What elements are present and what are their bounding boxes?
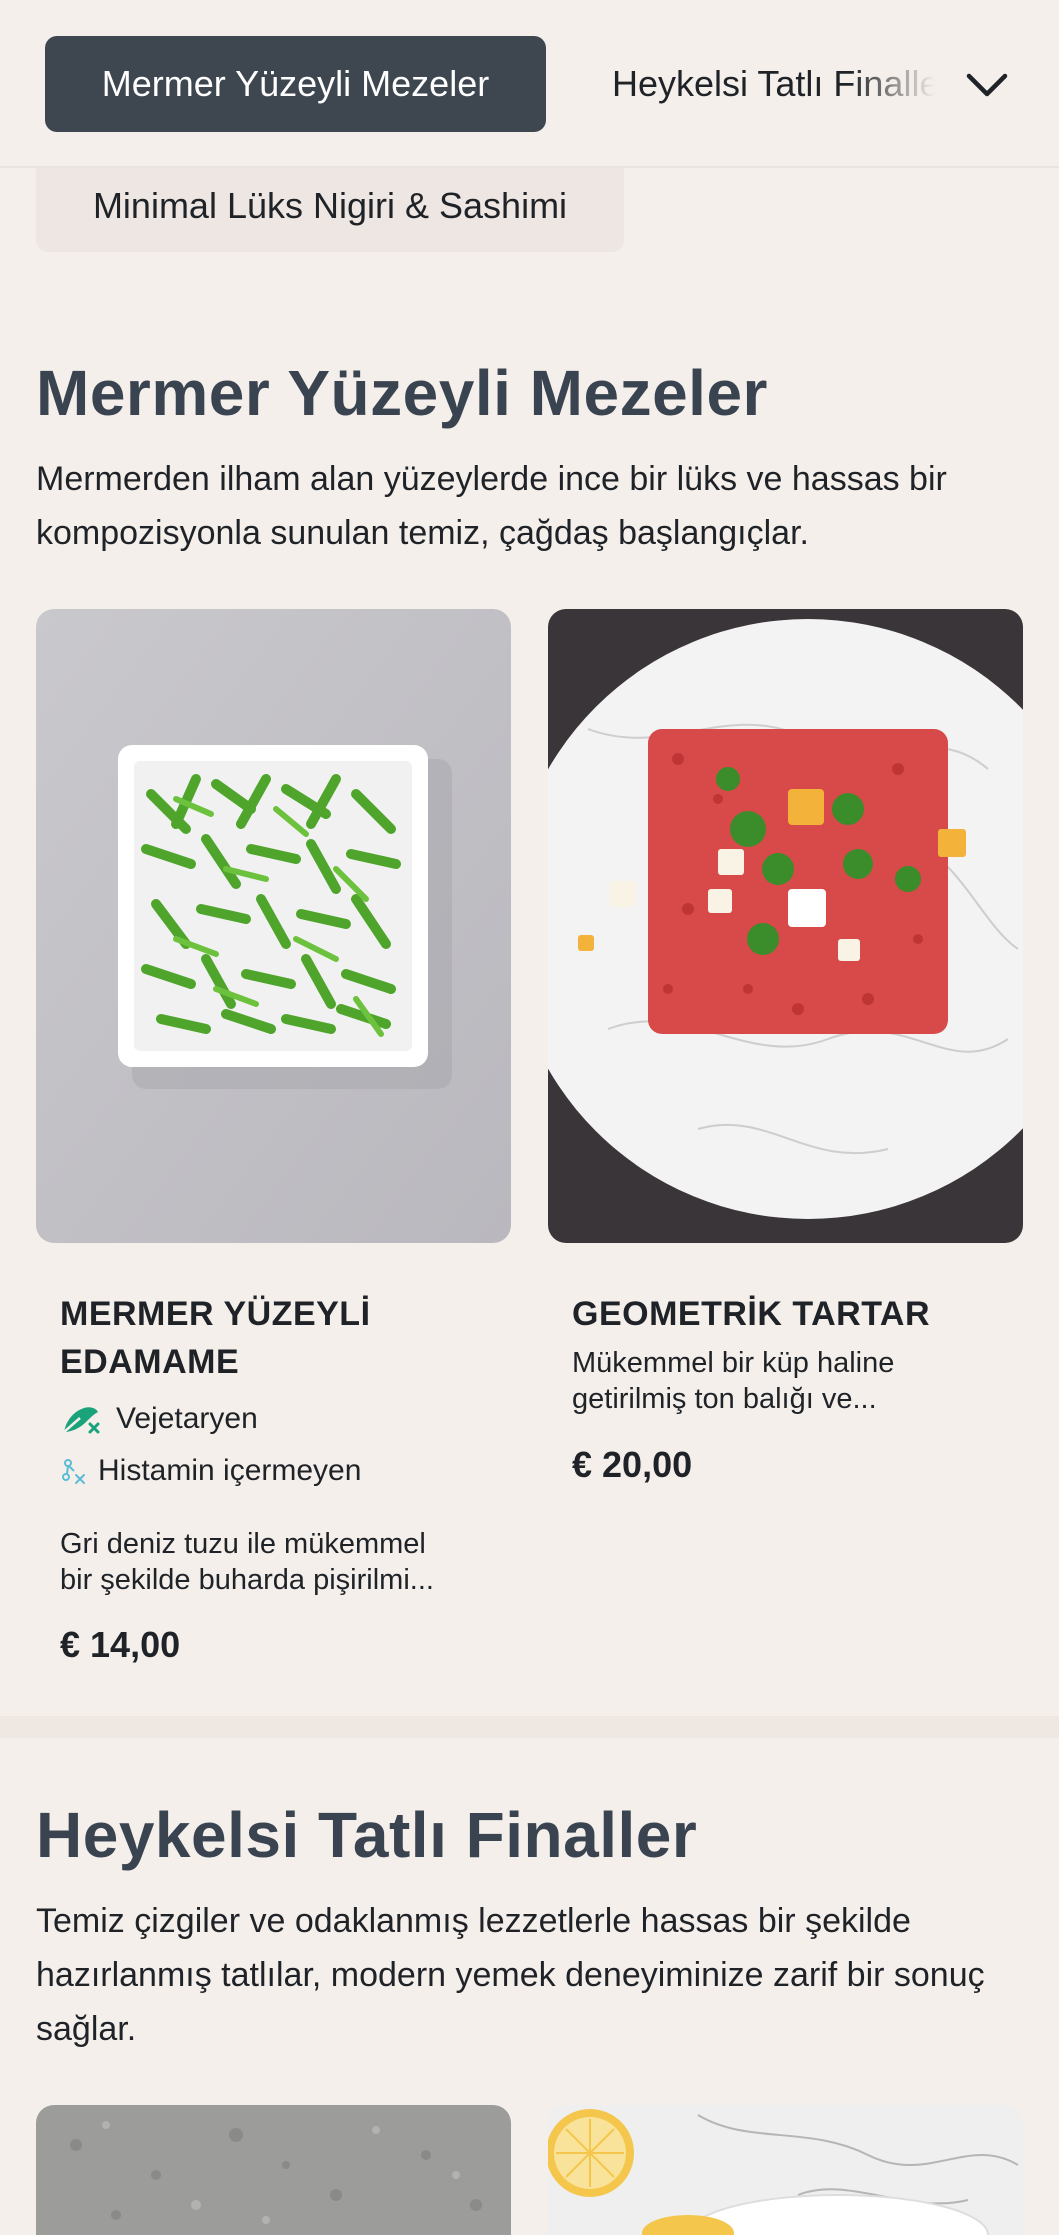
edamame-title-line2[interactable]: EDAMAME	[60, 1338, 239, 1386]
tag-vejetaryen: Vejetaryen	[60, 1402, 258, 1436]
vegetarian-icon	[60, 1402, 102, 1436]
tartar-image[interactable]	[548, 609, 1023, 1243]
tag-label-vejetaryen: Vejetaryen	[116, 1402, 258, 1435]
dessert-image-1[interactable]	[36, 2105, 511, 2235]
tartar-desc-line1: Mükemmel bir küp haline	[572, 1347, 895, 1379]
edamame-desc-line2: bir şekilde buharda pişirilmi...	[60, 1564, 434, 1596]
section-divider	[0, 1716, 1059, 1738]
tab-overflow-fade	[850, 36, 950, 132]
histamine-free-icon	[60, 1457, 86, 1485]
edamame-desc-line1: Gri deniz tuzu ile mükemmel	[60, 1528, 426, 1560]
tag-histamin-icermeyen: Histamin içermeyen	[60, 1454, 361, 1488]
tag-label-histamin: Histamin içermeyen	[98, 1454, 362, 1487]
edamame-title-line1[interactable]: MERMER YÜZEYLİ	[60, 1290, 371, 1338]
section-description-tatli-finaller: Temiz çizgiler ve odaklanmış lezzetlerle…	[36, 1902, 985, 2048]
section-title-mezeler: Mermer Yüzeyli Mezeler	[36, 357, 768, 429]
category-nav: Mermer Yüzeyli Mezeler Heykelsi Tatlı Fi…	[0, 0, 1059, 168]
tartar-desc-line2: getirilmiş ton balığı ve...	[572, 1383, 877, 1415]
chevron-down-icon[interactable]	[960, 58, 1014, 112]
edamame-price: € 14,00	[60, 1624, 181, 1665]
edamame-image[interactable]	[36, 609, 511, 1243]
section-title-tatli-finaller: Heykelsi Tatlı Finaller	[36, 1799, 698, 1871]
section-description-mezeler: Mermerden ilham alan yüzeylerde ince bir…	[36, 460, 947, 552]
tab-mermer-yuzeyli-mezeler[interactable]: Mermer Yüzeyli Mezeler	[45, 36, 546, 132]
dessert-image-2[interactable]	[548, 2105, 1023, 2235]
tartar-price: € 20,00	[572, 1444, 693, 1485]
tartar-title[interactable]: GEOMETRİK TARTAR	[572, 1290, 930, 1338]
